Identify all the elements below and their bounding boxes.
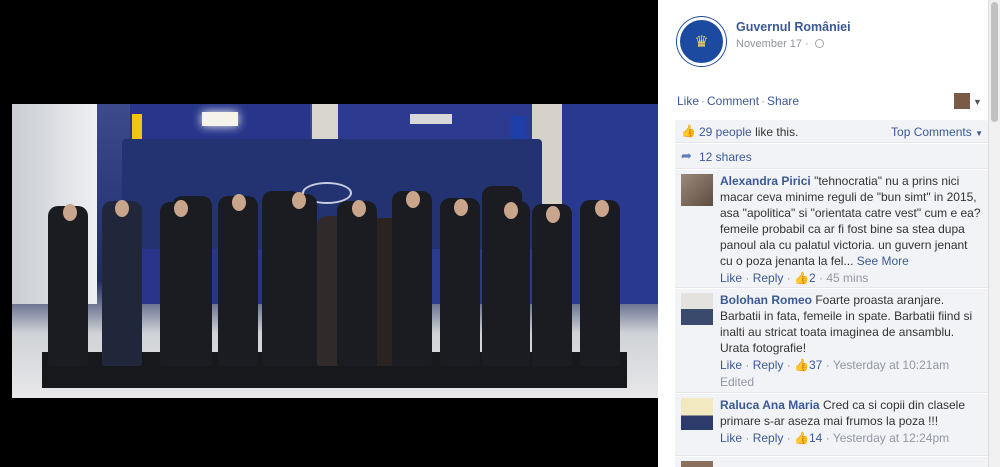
stage-light-right (410, 114, 452, 124)
comment-body: Raluca Ana Maria Cred ca si copii din cl… (720, 397, 982, 446)
thumbs-up-icon: 👍 (794, 271, 809, 285)
comment-body: Bolohan Romeo Foarte proasta aranjare. B… (720, 292, 982, 390)
thumbs-up-icon: 👍 (794, 431, 809, 445)
comment: Bolohan Romeo Foarte proasta aranjare. B… (675, 289, 988, 393)
share-button[interactable]: Share (767, 94, 799, 108)
cabinet-group-photo[interactable] (12, 104, 658, 398)
comment-author[interactable]: Raluca Ana Maria (720, 398, 820, 412)
person (440, 198, 480, 366)
photo-pane[interactable] (0, 0, 658, 467)
face (546, 206, 560, 223)
top-comments-label: Top Comments (891, 125, 972, 139)
likes-text: 29 people like this. (699, 125, 798, 139)
comment: Raluca Ana Maria Cred ca si copii din cl… (675, 394, 988, 456)
person (102, 201, 142, 366)
face (115, 200, 129, 217)
person (277, 194, 317, 366)
comment-like-button[interactable]: Like (720, 358, 742, 372)
face (406, 191, 420, 208)
viewer-avatar[interactable] (954, 93, 970, 109)
photo-viewer: ♛ Guvernul României November 17 · Like · C… (0, 0, 1000, 467)
comment-body: Alexandra Pirici "tehnocratia" nu a prin… (720, 173, 982, 286)
comment-meta: Like · Reply · 👍14 · Yesterday at 12:24p… (720, 431, 950, 445)
page-name-link[interactable]: Guvernul României (736, 20, 851, 34)
post-header: ♛ Guvernul României November 17 · (677, 17, 851, 66)
top-comments-dropdown[interactable]: Top Comments ▼ (891, 125, 983, 139)
commenter-avatar[interactable] (681, 293, 713, 325)
comment-reply-button[interactable]: Reply (753, 271, 784, 285)
commenter-avatar[interactable] (681, 398, 713, 430)
face (454, 199, 468, 216)
post-date[interactable]: November 17 · (736, 38, 824, 50)
face (352, 200, 366, 217)
comment-time[interactable]: Yesterday at 10:21am (833, 358, 949, 372)
comment-like-count[interactable]: 37 (809, 358, 822, 372)
comment-like-button[interactable]: Like (720, 271, 742, 285)
comment-reply-button[interactable]: Reply (753, 431, 784, 445)
post-side-panel: ♛ Guvernul României November 17 · Like · C… (658, 0, 988, 467)
face (174, 200, 188, 217)
person (160, 202, 200, 366)
government-seal-avatar[interactable]: ♛ (677, 17, 726, 66)
face (232, 194, 246, 211)
face (63, 204, 77, 221)
comment-author[interactable]: Alexandra Pirici (720, 174, 811, 188)
post-date-text[interactable]: November 17 (736, 38, 802, 50)
likes-suffix: like this. (755, 125, 799, 139)
person (48, 206, 88, 366)
chevron-down-icon: ▼ (975, 129, 983, 138)
see-more-link[interactable]: See More (857, 254, 909, 268)
like-button[interactable]: Like (677, 94, 699, 108)
person (392, 191, 432, 366)
share-arrow-icon: ➦ (681, 148, 692, 163)
chevron-down-icon[interactable]: ▼ (973, 97, 982, 107)
comment-author[interactable]: Bolohan Romeo (720, 293, 812, 307)
shares-summary: ➦ 12 shares (675, 144, 988, 169)
likes-count-link[interactable]: 29 people (699, 125, 752, 139)
person (490, 201, 530, 366)
scrollbar-thumb[interactable] (991, 2, 998, 122)
comment-like-button[interactable]: Like (720, 431, 742, 445)
face (292, 192, 306, 209)
stage-light-left (202, 112, 238, 126)
separator: · (701, 94, 706, 108)
comment-partial (675, 457, 988, 467)
post-actions: Like · Comment · Share (677, 94, 799, 108)
comment-meta: Like · Reply · 👍37 · Yesterday at 10:21a… (720, 358, 950, 372)
comment-edited[interactable]: Edited (720, 374, 982, 390)
comment-like-count[interactable]: 2 (809, 271, 816, 285)
thumbs-up-icon: 👍 (794, 358, 809, 372)
face (504, 202, 518, 219)
face (595, 200, 609, 217)
thumbs-up-icon: 👍 (681, 124, 696, 138)
likes-summary: 👍 29 people like this. Top Comments ▼ (675, 120, 988, 143)
comment-like-count[interactable]: 14 (809, 431, 822, 445)
comment-time[interactable]: 45 mins (826, 271, 868, 285)
person (580, 200, 620, 366)
comment-text: "tehnocratia" nu a prins nici macar ceva… (720, 174, 981, 268)
comment-reply-button[interactable]: Reply (753, 358, 784, 372)
comment: Alexandra Pirici "tehnocratia" nu a prin… (675, 170, 988, 288)
comment-meta: Like · Reply · 👍2 · 45 mins (720, 271, 869, 285)
commenter-avatar[interactable] (681, 461, 713, 467)
shares-link[interactable]: 12 shares (699, 150, 752, 164)
person (337, 201, 377, 366)
person (218, 196, 258, 366)
globe-icon (814, 39, 824, 48)
commenter-avatar[interactable] (681, 174, 713, 206)
separator: · (761, 94, 766, 108)
panel-scrollbar[interactable] (988, 0, 1000, 467)
comment-button[interactable]: Comment (707, 94, 759, 108)
comment-time[interactable]: Yesterday at 12:24pm (833, 431, 949, 445)
person (532, 204, 572, 366)
